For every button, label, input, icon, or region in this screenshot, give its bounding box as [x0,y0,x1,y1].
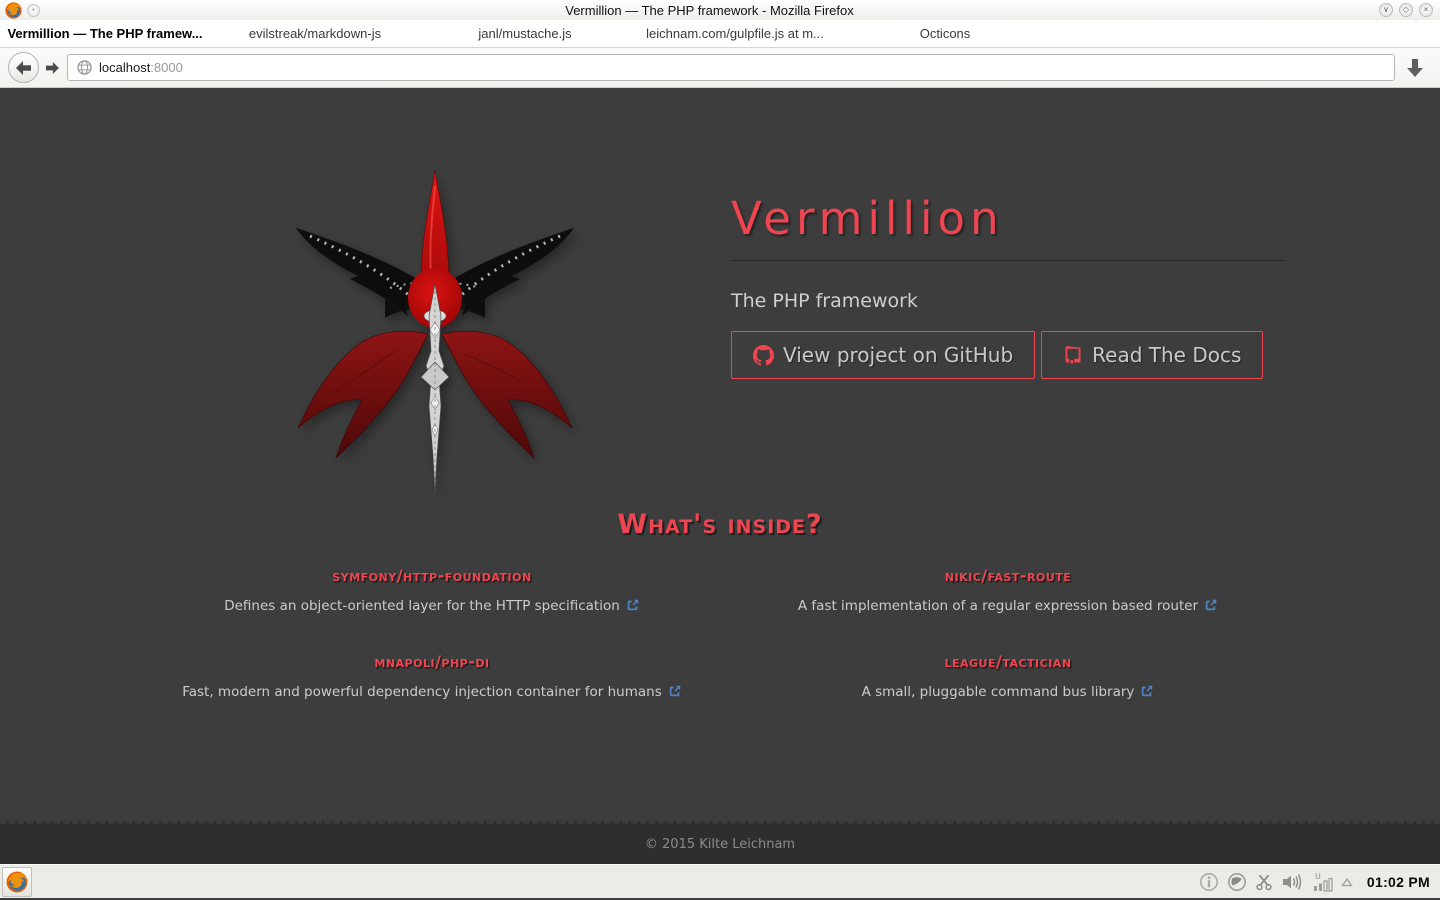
package-description: Defines an object-oriented layer for the… [144,598,720,616]
system-tray: U 01:02 PM [1199,871,1430,893]
package-description-text: A fast implementation of a regular expre… [797,598,1199,614]
firefox-icon [6,871,28,892]
url-host: localhost [99,60,151,75]
logo-container [155,166,715,496]
url-port: :8000 [150,60,183,75]
package-description-text: A small, pluggable command bus library [861,684,1135,700]
back-button[interactable] [8,52,39,83]
github-button-label: View project on GitHub [783,343,1014,367]
volume-tray-icon[interactable] [1281,872,1303,892]
forward-arrow-icon [46,61,59,74]
clipboard-scissors-tray-icon[interactable] [1255,873,1273,891]
vermillion-logo [295,169,575,493]
page-footer: © 2015 Kilte Leichnam [0,821,1440,864]
page-subtitle: The PHP framework [731,290,918,312]
panel-expander-icon[interactable] [1341,877,1353,887]
window-menu-button[interactable]: • [27,3,40,17]
forward-button[interactable] [40,56,64,80]
docs-button-label: Read The Docs [1092,343,1242,367]
package-description: A fast implementation of a regular expre… [720,598,1296,616]
docs-button[interactable]: Read The Docs [1041,331,1264,379]
tab-markdown-js[interactable]: evilstreak/markdown-js [210,26,420,41]
hero-text-column: Vermillion The PHP framework View projec… [731,166,1285,496]
package-description-text: Fast, modern and powerful dependency inj… [182,684,662,700]
taskbar-clock[interactable]: 01:02 PM [1367,874,1430,890]
minimize-button[interactable]: ∨ [1379,3,1393,17]
package-symfony-http-foundation: symfony/http-foundation Defines an objec… [144,566,720,616]
github-octocat-icon [753,344,774,365]
package-league-tactician: league/tactician A small, pluggable comm… [720,652,1296,702]
tab-vermillion[interactable]: Vermillion — The PHP framew... [0,26,210,41]
window-controls: ∨ ◇ × [1379,3,1435,17]
taskbar-firefox-button[interactable] [2,866,32,897]
external-link-icon[interactable] [1204,598,1218,616]
package-mnapoli-php-di: mnapoli/php-di Fast, modern and powerful… [144,652,720,702]
external-link-icon[interactable] [668,684,682,702]
copyright-text: © 2015 Kilte Leichnam [644,836,796,852]
tab-gulpfile[interactable]: leichnam.com/gulpfile.js at m... [630,26,840,41]
desktop-taskbar: U 01:02 PM [0,864,1440,898]
download-button[interactable] [1398,53,1432,83]
close-button[interactable]: × [1419,3,1433,17]
packages-grid: symfony/http-foundation Defines an objec… [144,566,1296,702]
signal-strength-tray-icon[interactable]: U [1311,871,1333,893]
external-link-icon[interactable] [626,598,640,616]
external-link-icon[interactable] [1140,684,1154,702]
maximize-button[interactable]: ◇ [1399,3,1413,17]
info-tray-icon[interactable] [1199,872,1219,892]
hero-section: Vermillion The PHP framework View projec… [0,88,1440,496]
firefox-icon [5,1,22,19]
tab-mustache-js[interactable]: janl/mustache.js [420,26,630,41]
back-arrow-icon [15,60,31,75]
github-button[interactable]: View project on GitHub [731,331,1036,379]
package-nikic-fast-route: nikic/fast-route A fast implementation o… [720,566,1296,616]
package-name: league/tactician [944,652,1072,671]
hero-buttons: View project on GitHub Read The Docs [731,331,1285,379]
title-divider [731,260,1285,261]
package-name: symfony/http-foundation [332,566,532,585]
package-description-text: Defines an object-oriented layer for the… [224,598,620,614]
tab-octicons[interactable]: Octicons [840,26,1050,41]
window-title: Vermillion — The PHP framework - Mozilla… [565,2,854,18]
page-title: Vermillion [731,192,1004,245]
book-icon [1065,346,1081,364]
package-name: nikic/fast-route [944,566,1072,585]
package-name: mnapoli/php-di [374,652,490,671]
network-globe-tray-icon[interactable] [1227,872,1247,892]
globe-icon [77,60,92,75]
page-content: Vermillion The PHP framework View projec… [0,88,1440,821]
signal-letter: U [1315,872,1321,881]
package-description: Fast, modern and powerful dependency inj… [144,684,720,702]
whats-inside-heading: What's inside? [617,509,823,540]
url-bar[interactable]: localhost:8000 [67,54,1395,81]
package-description: A small, pluggable command bus library [720,684,1296,702]
download-arrow-icon [1407,58,1423,77]
tab-strip: Vermillion — The PHP framew... evilstrea… [0,20,1440,48]
navigation-toolbar: localhost:8000 [0,48,1440,88]
window-titlebar: • Vermillion — The PHP framework - Mozil… [0,0,1440,20]
